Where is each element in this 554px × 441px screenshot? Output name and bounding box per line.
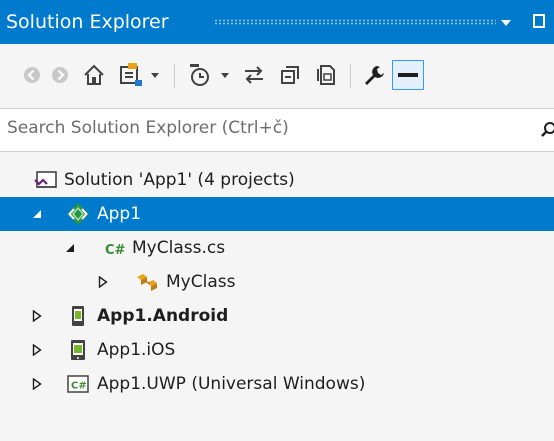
collapsed-triangle-icon[interactable] <box>30 299 44 333</box>
tree-item-myclass-cs[interactable]: C# MyClass.cs <box>0 231 554 265</box>
switch-views-button[interactable] <box>116 44 144 106</box>
tree-item-label: App1 <box>97 204 142 224</box>
tree-item-app1[interactable]: App1 <box>0 197 554 231</box>
show-all-files-icon <box>314 63 338 87</box>
title-grip[interactable] <box>214 19 496 25</box>
tree-item-myclass[interactable]: MyClass <box>0 265 554 299</box>
tree-item-label: MyClass <box>166 272 236 292</box>
tree-item-label: App1.UWP (Universal Windows) <box>97 374 366 394</box>
expanded-triangle-icon[interactable] <box>63 231 77 265</box>
preview-selected-items-button[interactable] <box>392 60 424 90</box>
properties-button[interactable] <box>360 44 388 106</box>
android-project-icon <box>66 304 90 328</box>
title-bar: Solution Explorer <box>0 0 554 44</box>
properties-icon <box>362 63 386 87</box>
pending-changes-filter-button[interactable] <box>186 44 214 106</box>
search-input[interactable]: Search Solution Explorer (Ctrl+č) <box>0 108 554 152</box>
tree-item-app1-uwp[interactable]: C# App1.UWP (Universal Windows) <box>0 367 554 401</box>
tree-item-solution[interactable]: Solution 'App1' (4 projects) <box>0 163 554 197</box>
show-all-files-button[interactable] <box>312 44 340 106</box>
sync-with-active-document-button[interactable] <box>240 44 268 106</box>
svg-text:C#: C# <box>71 381 87 392</box>
tree-item-app1-ios[interactable]: App1.iOS <box>0 333 554 367</box>
preview-selected-items-icon <box>397 68 419 82</box>
switch-views-dropdown[interactable] <box>148 44 162 106</box>
chevron-down-icon <box>150 71 160 79</box>
toolbar-separator <box>350 64 351 88</box>
dropdown-icon[interactable] <box>500 14 512 33</box>
tree-item-app1-android[interactable]: App1.Android <box>0 299 554 333</box>
back-icon <box>22 65 42 85</box>
tree-item-label: App1.Android <box>97 306 229 326</box>
pin-icon[interactable] <box>532 14 546 34</box>
forward-button[interactable] <box>48 44 72 106</box>
home-icon <box>82 63 106 87</box>
chevron-down-icon <box>220 71 230 79</box>
tree-item-label: Solution 'App1' (4 projects) <box>64 170 295 190</box>
ios-project-icon <box>66 338 90 362</box>
toolbar <box>0 44 554 106</box>
collapse-all-button[interactable] <box>276 44 304 106</box>
solution-icon <box>34 168 58 192</box>
forward-icon <box>50 65 70 85</box>
home-button[interactable] <box>80 44 108 106</box>
csharp-project-icon: C# <box>66 372 90 396</box>
sync-with-active-document-icon <box>242 63 266 87</box>
shared-project-icon <box>66 202 90 226</box>
expanded-triangle-icon[interactable] <box>30 197 44 231</box>
search-placeholder: Search Solution Explorer (Ctrl+č) <box>7 118 289 138</box>
tree-item-label: App1.iOS <box>97 340 176 360</box>
svg-text:C#: C# <box>105 243 126 258</box>
search-icon[interactable] <box>540 121 554 143</box>
collapsed-triangle-icon[interactable] <box>96 265 110 299</box>
back-button[interactable] <box>20 44 44 106</box>
csharp-file-icon: C# <box>104 236 128 260</box>
switch-views-icon <box>117 62 143 88</box>
tree-item-label: MyClass.cs <box>132 238 226 258</box>
toolbar-separator <box>174 64 175 88</box>
collapse-all-icon <box>278 63 302 87</box>
panel-title: Solution Explorer <box>6 11 169 33</box>
collapsed-triangle-icon[interactable] <box>30 367 44 401</box>
collapsed-triangle-icon[interactable] <box>30 333 44 367</box>
filter-dropdown[interactable] <box>218 44 232 106</box>
class-icon <box>134 270 158 294</box>
pending-changes-filter-icon <box>187 62 213 88</box>
